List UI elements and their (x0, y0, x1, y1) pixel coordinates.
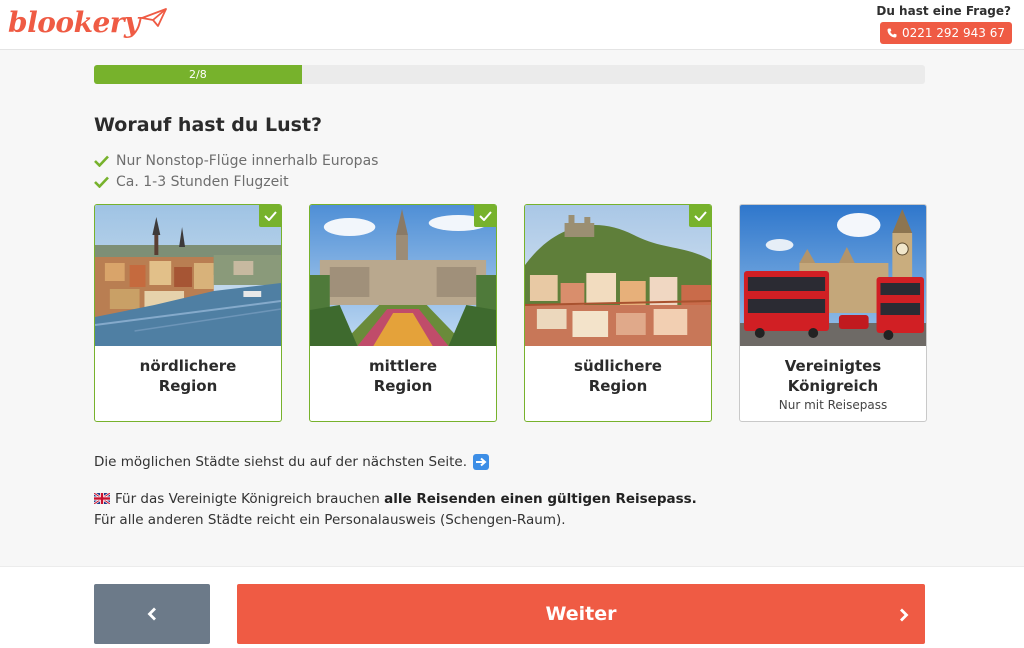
check-icon (94, 155, 109, 167)
schengen-note: Für alle anderen Städte reicht ein Perso… (94, 512, 566, 528)
phone-button[interactable]: 0221 292 943 67 (879, 22, 1012, 44)
next-button[interactable]: Weiter (237, 584, 925, 644)
region-cards: nördlichere Region mittlere Region südli… (94, 204, 927, 422)
region-card-south[interactable]: südlichere Region (524, 204, 712, 422)
help-box: Du hast eine Frage? 0221 292 943 67 (876, 4, 1012, 44)
chevron-left-icon (147, 607, 156, 621)
feature-text: Ca. 1-3 Stunden Flugzeit (116, 173, 289, 190)
next-button-label: Weiter (545, 603, 617, 625)
card-subtitle: Nur mit Reisepass (778, 398, 888, 412)
uk-note-text: Für das Vereinigte Königreich brauchen (115, 491, 385, 507)
phone-icon (887, 28, 897, 38)
feature-text: Nur Nonstop-Flüge innerhalb Europas (116, 152, 379, 169)
uk-flag-icon (94, 493, 110, 504)
region-card-middle[interactable]: mittlere Region (309, 204, 497, 422)
logo[interactable]: blookery (8, 6, 167, 40)
next-page-note-text: Die möglichen Städte siehst du auf der n… (94, 454, 468, 470)
lisbon-image (525, 205, 711, 346)
next-page-note: Die möglichen Städte siehst du auf der n… (94, 454, 490, 470)
progress-fill: 2/8 (94, 65, 302, 84)
card-title: Vereinigtes Königreich (784, 357, 882, 395)
london-image (740, 205, 926, 346)
brussels-image (310, 205, 496, 346)
feature-list: Nur Nonstop-Flüge innerhalb Europas Ca. … (94, 150, 378, 192)
help-question: Du hast eine Frage? (876, 4, 1011, 18)
region-card-uk[interactable]: Vereinigtes Königreich Nur mit Reisepass (739, 204, 927, 422)
arrow-right-icon (473, 454, 490, 470)
feature-item: Nur Nonstop-Flüge innerhalb Europas (94, 150, 378, 171)
selected-check-icon (259, 205, 281, 227)
progress-bar: 2/8 (94, 65, 925, 84)
footer: Weiter (0, 566, 1024, 648)
paper-plane-icon (140, 8, 167, 27)
check-icon (94, 176, 109, 188)
phone-number: 0221 292 943 67 (901, 26, 1005, 40)
region-card-north[interactable]: nördlichere Region (94, 204, 282, 422)
card-title: mittlere Region (369, 357, 437, 395)
feature-item: Ca. 1-3 Stunden Flugzeit (94, 171, 378, 192)
page-title: Worauf hast du Lust? (94, 114, 323, 136)
logo-text: blookery (8, 6, 140, 39)
selected-check-icon (689, 205, 711, 227)
chevron-right-icon (900, 608, 909, 622)
passport-note: Für das Vereinigte Königreich brauchen a… (94, 489, 697, 531)
uk-note-bold: alle Reisenden einen gültigen Reisepass. (384, 491, 697, 507)
selected-check-icon (474, 205, 496, 227)
back-button[interactable] (94, 584, 210, 644)
header: blookery Du hast eine Frage? 0221 292 94… (0, 0, 1024, 50)
card-title: südlichere Region (574, 357, 662, 395)
card-title: nördlichere Region (139, 357, 237, 395)
stockholm-image (95, 205, 281, 346)
